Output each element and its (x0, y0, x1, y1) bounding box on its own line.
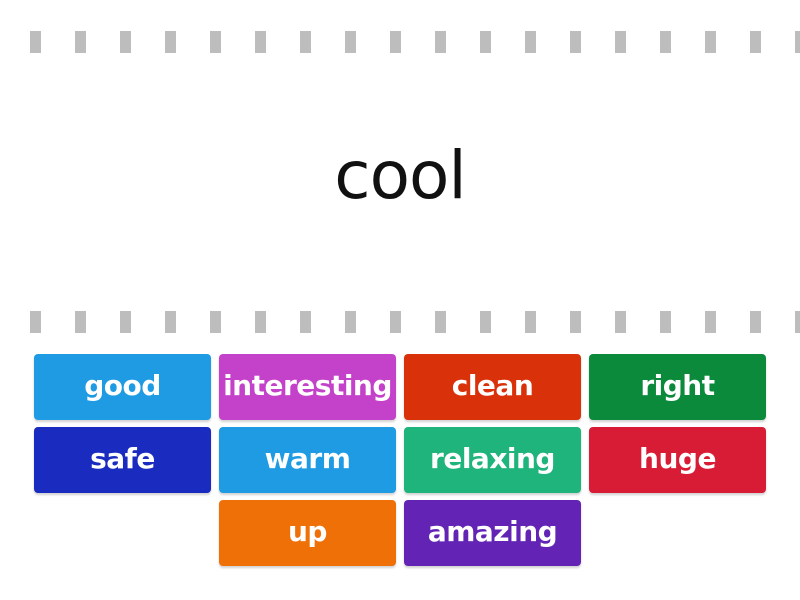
answer-tile-label: good (84, 368, 161, 402)
answer-tile-relaxing[interactable]: relaxing (404, 427, 581, 493)
divider-dash (525, 311, 536, 333)
divider-dash (705, 311, 716, 333)
answer-tile-huge[interactable]: huge (589, 427, 766, 493)
top-dashed-divider (30, 31, 800, 53)
divider-dash (345, 311, 356, 333)
prompt-word: cool (334, 137, 466, 214)
answer-tile-label: up (288, 514, 327, 548)
divider-dash (300, 31, 311, 53)
divider-dash (705, 31, 716, 53)
divider-dash (615, 31, 626, 53)
answer-tile-label: relaxing (430, 441, 555, 475)
divider-dash (165, 311, 176, 333)
divider-dash (480, 31, 491, 53)
divider-dash (75, 31, 86, 53)
answer-tile-clean[interactable]: clean (404, 354, 581, 420)
answer-tile-label: clean (451, 368, 534, 402)
divider-dash (795, 311, 800, 333)
answer-tile-label: safe (90, 441, 155, 475)
divider-dash (660, 31, 671, 53)
divider-dash (570, 311, 581, 333)
divider-dash (300, 311, 311, 333)
divider-dash (120, 31, 131, 53)
answer-tile-amazing[interactable]: amazing (404, 500, 581, 566)
divider-dash (525, 31, 536, 53)
divider-dash (210, 311, 221, 333)
divider-dash (120, 311, 131, 333)
answer-tile-right[interactable]: right (589, 354, 766, 420)
answer-tile-interesting[interactable]: interesting (219, 354, 396, 420)
divider-dash (255, 31, 266, 53)
divider-dash (570, 31, 581, 53)
answer-tile-good[interactable]: good (34, 354, 211, 420)
divider-dash (435, 311, 446, 333)
divider-dash (30, 311, 41, 333)
divider-dash (390, 31, 401, 53)
divider-dash (255, 311, 266, 333)
divider-dash (345, 31, 356, 53)
answer-tile-label: amazing (427, 514, 558, 548)
divider-dash (435, 31, 446, 53)
answer-tile-label: warm (264, 441, 351, 475)
divider-dash (750, 311, 761, 333)
divider-dash (210, 31, 221, 53)
game-stage: cool good interesting clean right safe warm re… (0, 0, 800, 600)
divider-dash (480, 311, 491, 333)
divider-dash (75, 311, 86, 333)
answer-tile-up[interactable]: up (219, 500, 396, 566)
divider-dash (660, 311, 671, 333)
divider-dash (30, 31, 41, 53)
answer-tile-label: huge (639, 441, 716, 475)
answer-tile-safe[interactable]: safe (34, 427, 211, 493)
divider-dash (390, 311, 401, 333)
answer-tile-warm[interactable]: warm (219, 427, 396, 493)
divider-dash (795, 31, 800, 53)
answer-tile-label: right (640, 368, 715, 402)
divider-dash (165, 31, 176, 53)
divider-dash (615, 311, 626, 333)
answer-tile-label: interesting (223, 368, 392, 402)
divider-dash (750, 31, 761, 53)
bottom-dashed-divider (30, 311, 800, 333)
